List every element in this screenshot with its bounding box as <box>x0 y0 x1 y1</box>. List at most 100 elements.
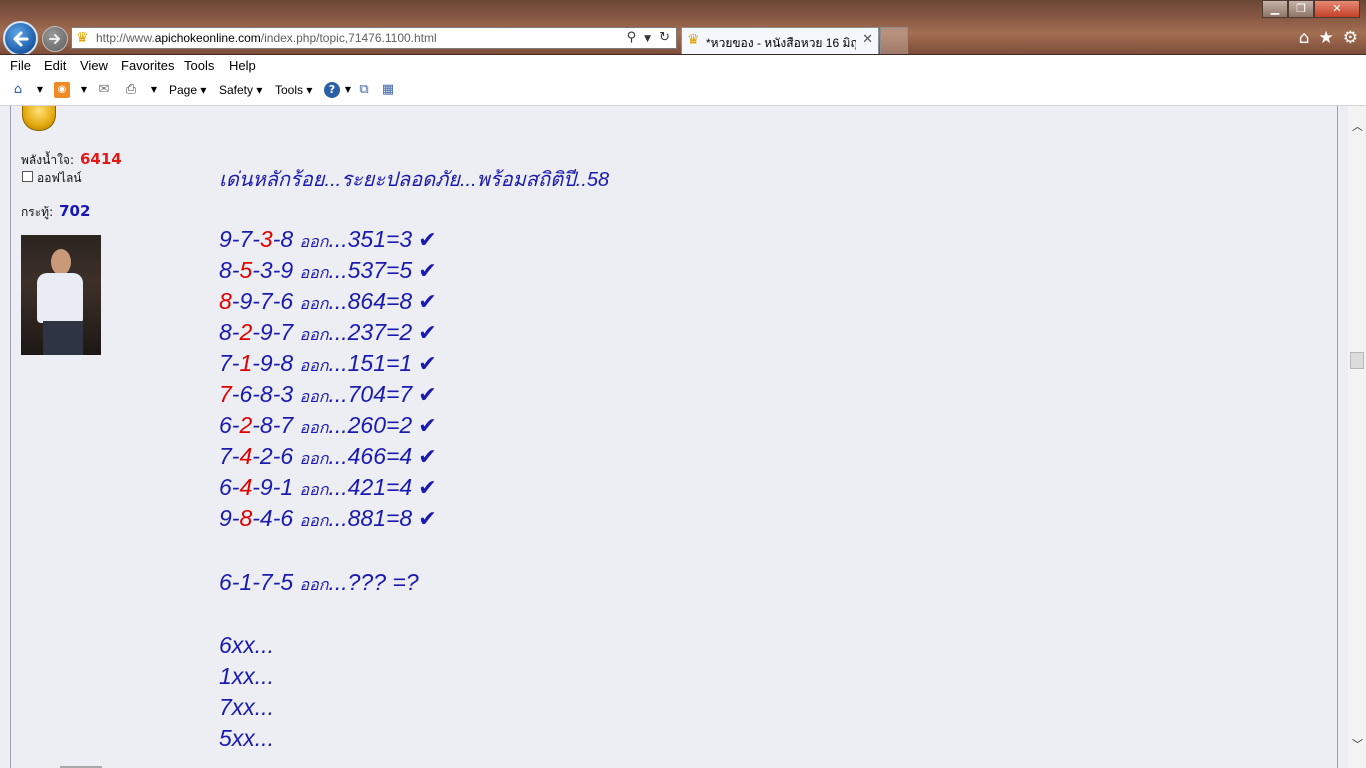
ook-label: ออก <box>299 234 329 251</box>
number-prefix: 6- <box>219 412 240 438</box>
check-icon: ✔ <box>418 382 437 407</box>
settings-gear-icon[interactable]: ⚙ <box>1343 28 1358 48</box>
avatar-body <box>37 273 83 323</box>
favorites-star-icon[interactable]: ★ <box>1319 28 1334 48</box>
check-icon: ✔ <box>418 258 437 283</box>
result-row: 8-2-9-7 ออก...237=2 ✔ <box>219 318 437 346</box>
dropdown-icon[interactable]: ▼ <box>644 30 651 48</box>
maximize-button[interactable]: ❐ <box>1288 0 1314 18</box>
result-row: 7-6-8-3 ออก...704=7 ✔ <box>219 380 437 408</box>
arrow-left-icon <box>13 31 28 46</box>
avatar-legs <box>43 321 83 355</box>
command-tools[interactable]: Tools ▾ <box>275 83 312 97</box>
number-suffix: -2-6 <box>252 443 294 469</box>
check-icon: ✔ <box>418 289 437 314</box>
number-suffix: -9-7 <box>252 319 294 345</box>
tab-favicon-icon: ♛ <box>687 32 700 48</box>
menu-view[interactable]: View <box>80 58 108 73</box>
scroll-thumb[interactable] <box>1350 352 1364 369</box>
number-suffix: -8-7 <box>252 412 294 438</box>
next-result: ...??? =? <box>328 569 419 595</box>
highlight-digit: 8 <box>219 288 232 314</box>
feed-dropdown-icon[interactable]: ▼ <box>76 82 92 98</box>
mail-icon[interactable]: ✉ <box>96 82 112 98</box>
user-avatar[interactable] <box>21 235 101 355</box>
command-safety[interactable]: Safety ▾ <box>219 83 262 97</box>
help-icon[interactable]: ? <box>324 82 340 98</box>
number-prefix: 9- <box>219 505 240 531</box>
ook-label: ออก <box>299 389 329 406</box>
number-prefix: 7- <box>219 443 240 469</box>
new-tab-button[interactable] <box>880 27 908 54</box>
scroll-up-icon[interactable]: ︿ <box>1352 118 1363 134</box>
help-dropdown-icon[interactable]: ▼ <box>340 82 356 98</box>
next-prediction-row: 6-1-7-5 ออก...??? =? <box>219 568 419 596</box>
browser-right-icons: ⌂ ★ ⚙ <box>1299 28 1358 48</box>
number-suffix: -8 <box>272 226 294 252</box>
number-prefix: 8- <box>219 319 240 345</box>
address-tools: ⚲ ▼ ↻ <box>627 30 670 48</box>
result-row: 9-8-4-6 ออก...881=8 ✔ <box>219 504 437 532</box>
home-icon[interactable]: ⌂ <box>10 82 26 98</box>
number-suffix: -9-8 <box>252 350 294 376</box>
ook-label: ออก <box>299 513 329 530</box>
home-icon[interactable]: ⌂ <box>1299 28 1310 48</box>
url-path: /index.php/topic,71476.1100.html <box>260 31 437 45</box>
ook-label: ออก <box>299 420 329 437</box>
vertical-scrollbar[interactable]: ︿ ﹀ <box>1348 106 1366 768</box>
check-icon: ✔ <box>418 413 437 438</box>
rss-feed-icon[interactable]: ◉ <box>54 82 70 98</box>
address-bar[interactable]: ♛ http://www.apichokeonline.com/index.ph… <box>71 27 677 49</box>
number-prefix: 6- <box>219 474 240 500</box>
result-row: 7-1-9-8 ออก...151=1 ✔ <box>219 349 437 377</box>
result-value: ...351=3 <box>328 226 413 252</box>
window-controls: ▁ ❐ ✕ <box>1262 0 1360 18</box>
number-prefix: 9-7- <box>219 226 260 252</box>
posts-value: 702 <box>59 202 91 220</box>
ook-label: ออก <box>299 265 329 282</box>
result-row: 8-9-7-6 ออก...864=8 ✔ <box>219 287 437 315</box>
address-url[interactable]: http://www.apichokeonline.com/index.php/… <box>96 31 437 45</box>
browser-titlebar: ♛ http://www.apichokeonline.com/index.ph… <box>0 0 1366 56</box>
print-dropdown-icon[interactable]: ▼ <box>146 82 162 98</box>
guess-item: 5xx... <box>219 725 274 751</box>
result-value: ...421=4 <box>328 474 413 500</box>
result-row: 8-5-3-9 ออก...537=5 ✔ <box>219 256 437 284</box>
close-window-button[interactable]: ✕ <box>1314 0 1360 18</box>
ook-label: ออก <box>299 327 329 344</box>
forward-button[interactable] <box>42 26 68 52</box>
translate-icon[interactable]: ▦ <box>380 82 396 98</box>
menu-help[interactable]: Help <box>229 58 256 73</box>
menu-tools[interactable]: Tools <box>184 58 214 73</box>
research-icon[interactable]: ⧉ <box>356 82 372 98</box>
tab-close-icon[interactable]: ✕ <box>862 32 873 47</box>
result-value: ...881=8 <box>328 505 413 531</box>
check-icon: ✔ <box>418 475 437 500</box>
guess-item: 6xx... <box>219 632 274 658</box>
online-status: ออฟไลน์ <box>37 171 82 185</box>
number-prefix: 7- <box>219 350 240 376</box>
result-value: ...864=8 <box>328 288 413 314</box>
scroll-down-icon[interactable]: ﹀ <box>1352 736 1363 752</box>
ook-label: ออก <box>299 577 329 594</box>
command-page[interactable]: Page ▾ <box>169 83 206 97</box>
highlight-digit: 1 <box>239 350 253 376</box>
menu-file[interactable]: File <box>10 58 31 73</box>
refresh-icon[interactable]: ↻ <box>659 30 670 48</box>
search-icon[interactable]: ⚲ <box>627 30 637 48</box>
tab-active[interactable]: ♛ *หวยของ - หนังสือหวย 16 มิถุ... ✕ <box>681 27 879 54</box>
home-dropdown-icon[interactable]: ▼ <box>32 82 48 98</box>
url-domain: apichokeonline.com <box>154 31 261 45</box>
result-row: 9-7-3-8 ออก...351=3 ✔ <box>219 225 437 253</box>
highlight-digit: 4 <box>239 443 253 469</box>
next-numbers: 6-1-7-5 <box>219 569 294 595</box>
number-suffix: -6-8-3 <box>231 381 294 407</box>
menu-edit[interactable]: Edit <box>44 58 66 73</box>
highlight-digit: 3 <box>259 226 273 252</box>
minimize-button[interactable]: ▁ <box>1262 0 1288 18</box>
highlight-digit: 8 <box>239 505 253 531</box>
back-button[interactable] <box>3 21 38 56</box>
result-value: ...466=4 <box>328 443 413 469</box>
print-icon[interactable]: ⎙ <box>123 82 139 98</box>
menu-favorites[interactable]: Favorites <box>121 58 174 73</box>
